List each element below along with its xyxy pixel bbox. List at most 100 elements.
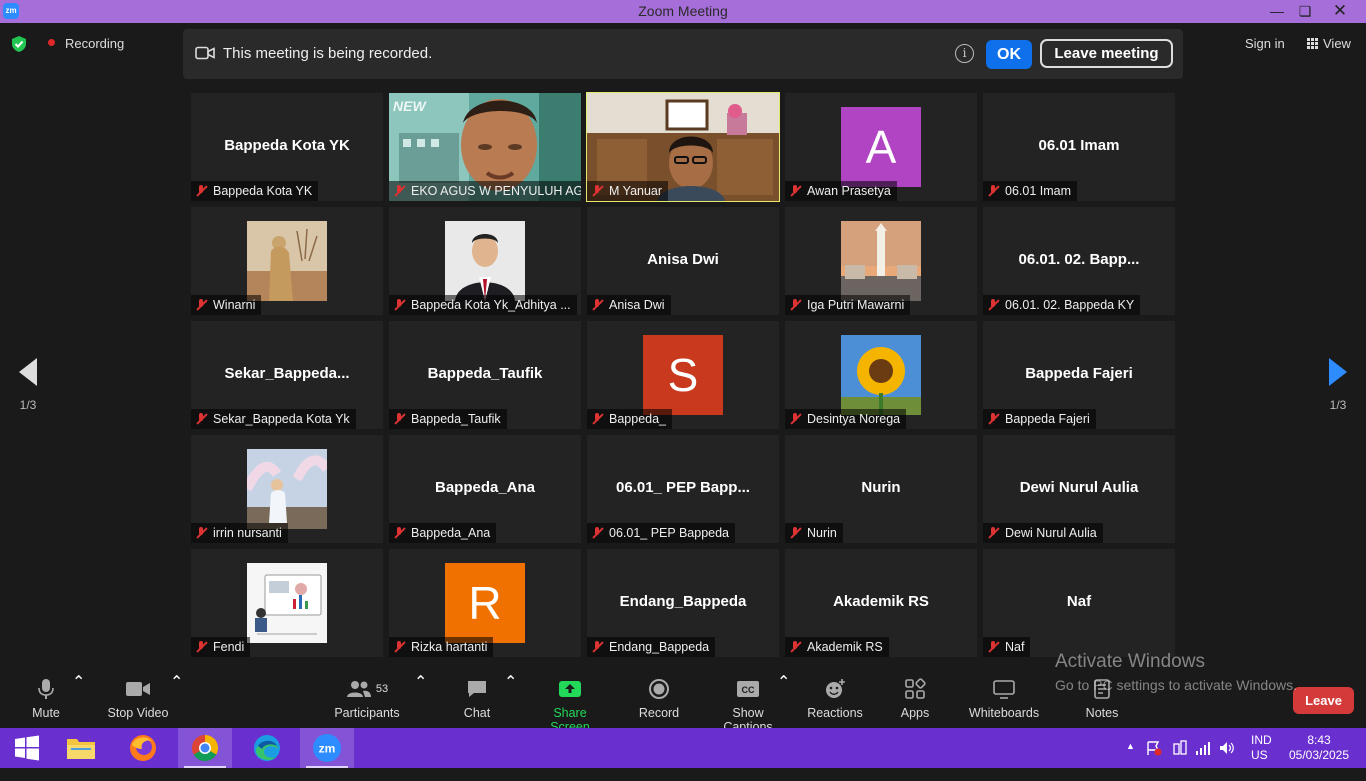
participant-tile[interactable]: M Yanuar [586, 92, 780, 202]
muted-mic-icon [591, 185, 603, 197]
participant-name: Winarni [213, 298, 256, 312]
reactions-button[interactable]: Reactions [806, 672, 864, 728]
muted-mic-icon [987, 641, 999, 653]
participant-tile[interactable]: 06.01. 02. Bapp... 06.01. 02. Bappeda KY [983, 207, 1175, 315]
participants-options-caret[interactable]: ⌃ [414, 672, 427, 728]
participant-tile[interactable]: S Bappeda_ [587, 321, 779, 429]
shield-icon[interactable] [10, 35, 28, 53]
participants-count: 53 [375, 683, 389, 695]
participant-tile[interactable]: Bappeda_Taufik Bappeda_Taufik [389, 321, 581, 429]
participant-tile[interactable]: Akademik RS Akademik RS [785, 549, 977, 657]
video-camera-icon [195, 46, 215, 60]
sign-in-link[interactable]: Sign in [1245, 36, 1285, 51]
mute-button[interactable]: Mute [24, 672, 68, 728]
video-options-caret[interactable]: ⌃ [170, 672, 183, 728]
captions-options-caret[interactable]: ⌃ [777, 672, 790, 728]
participant-display-name: 06.01_ PEP Bapp... [616, 479, 750, 496]
tray-icon-network-warning[interactable] [1146, 740, 1162, 780]
file-explorer-taskbar-button[interactable] [54, 728, 108, 768]
next-page-button[interactable]: 1/3 [1318, 358, 1358, 418]
participant-tile[interactable]: irrin nursanti [191, 435, 383, 543]
share-screen-icon [559, 681, 581, 697]
edge-taskbar-button[interactable] [240, 728, 294, 768]
microphone-icon [38, 679, 54, 699]
title-bar: zm Zoom Meeting — ❏ ✕ [0, 0, 1366, 23]
share-screen-button[interactable]: Share Screen [534, 672, 606, 734]
participant-tile[interactable]: Desintya Norega [785, 321, 977, 429]
show-hidden-icons-button[interactable]: ▲ [1126, 741, 1135, 781]
tray-icon-device[interactable] [1172, 740, 1188, 780]
participant-tile[interactable]: R Rizka hartanti [389, 549, 581, 657]
recording-label[interactable]: Recording [65, 36, 124, 51]
svg-text:CC: CC [742, 685, 755, 695]
tray-icon-volume[interactable] [1219, 740, 1235, 780]
participant-name: 06.01_ PEP Bappeda [609, 526, 730, 540]
svg-text:zm: zm [319, 742, 336, 756]
minimize-button[interactable]: — [1262, 1, 1292, 21]
participant-name: 06.01. 02. Bappeda KY [1005, 298, 1135, 312]
tray-icon-signal[interactable] [1195, 740, 1211, 780]
start-button[interactable] [0, 728, 54, 768]
maximize-button[interactable]: ❏ [1290, 1, 1320, 21]
participant-tile[interactable]: Bappeda Fajeri Bappeda Fajeri [983, 321, 1175, 429]
participant-name: Sekar_Bappeda Kota Yk [213, 412, 350, 426]
participant-tile[interactable]: 06.01_ PEP Bapp... 06.01_ PEP Bappeda [587, 435, 779, 543]
participant-tile[interactable]: 06.01 Imam 06.01 Imam [983, 93, 1175, 201]
participant-tile[interactable]: Bappeda_Ana Bappeda_Ana [389, 435, 581, 543]
muted-mic-icon [393, 641, 405, 653]
participant-tile[interactable]: Naf Naf [983, 549, 1175, 657]
apps-button[interactable]: Apps [895, 672, 935, 728]
chat-options-caret[interactable]: ⌃ [504, 672, 517, 728]
mute-options-caret[interactable]: ⌃ [72, 672, 85, 728]
firefox-taskbar-button[interactable] [116, 728, 170, 768]
participants-button[interactable]: 53 Participants [334, 672, 400, 728]
ok-button[interactable]: OK [986, 40, 1032, 69]
close-button[interactable]: ✕ [1325, 1, 1355, 21]
participant-name-bar: Bappeda Kota Yk_Adhitya ... [389, 295, 577, 315]
participant-display-name: Anisa Dwi [647, 251, 719, 268]
record-button[interactable]: Record [638, 672, 680, 728]
leave-meeting-button[interactable]: Leave meeting [1040, 39, 1173, 68]
zoom-taskbar-button[interactable]: zm [300, 728, 354, 768]
participant-tile[interactable]: Fendi [191, 549, 383, 657]
chat-icon [468, 681, 486, 697]
chrome-taskbar-button[interactable] [178, 728, 232, 768]
language-secondary: US [1251, 748, 1268, 762]
stop-video-label: Stop Video [107, 706, 169, 720]
participant-name: Anisa Dwi [609, 298, 665, 312]
muted-mic-icon [789, 185, 801, 197]
participant-tile[interactable]: Anisa Dwi Anisa Dwi [587, 207, 779, 315]
participant-name-bar: Endang_Bappeda [587, 637, 716, 657]
participant-tile[interactable]: Dewi Nurul Aulia Dewi Nurul Aulia [983, 435, 1175, 543]
view-button[interactable]: View [1307, 36, 1351, 51]
participant-tile[interactable]: Sekar_Bappeda... Sekar_Bappeda Kota Yk [191, 321, 383, 429]
stop-video-button[interactable]: Stop Video [104, 672, 172, 728]
leave-button[interactable]: Leave [1293, 687, 1354, 714]
muted-mic-icon [987, 413, 999, 425]
clock[interactable]: 8:43 05/03/2025 [1286, 733, 1352, 773]
whiteboards-label: Whiteboards [968, 706, 1040, 720]
chrome-icon [191, 734, 219, 762]
muted-mic-icon [591, 527, 603, 539]
prev-page-button[interactable]: 1/3 [8, 358, 48, 418]
chat-button[interactable]: Chat [458, 672, 496, 728]
participant-tile[interactable]: Winarni [191, 207, 383, 315]
muted-mic-icon [195, 527, 207, 539]
participant-tile[interactable]: NEW EKO AGUS W PENYULUH AGA... [389, 93, 581, 201]
muted-mic-icon [987, 527, 999, 539]
participant-name: M Yanuar [609, 184, 663, 198]
apps-icon [905, 678, 926, 699]
info-icon[interactable]: i [955, 44, 974, 63]
participant-tile[interactable]: Nurin Nurin [785, 435, 977, 543]
view-label: View [1323, 36, 1351, 51]
participant-tile[interactable]: A Awan Prasetya [785, 93, 977, 201]
participant-name: Akademik RS [807, 640, 883, 654]
participant-tile[interactable]: Bappeda Kota Yk_Adhitya ... [389, 207, 581, 315]
participant-tile[interactable]: Iga Putri Mawarni [785, 207, 977, 315]
language-indicator[interactable]: IND US [1251, 733, 1272, 773]
participant-tile[interactable]: Endang_Bappeda Endang_Bappeda [587, 549, 779, 657]
participant-tile[interactable]: Bappeda Kota YK Bappeda Kota YK [191, 93, 383, 201]
page-indicator-left: 1/3 [19, 398, 37, 412]
participant-display-name: Bappeda Fajeri [1025, 365, 1133, 382]
whiteboards-button[interactable]: Whiteboards [966, 672, 1042, 728]
